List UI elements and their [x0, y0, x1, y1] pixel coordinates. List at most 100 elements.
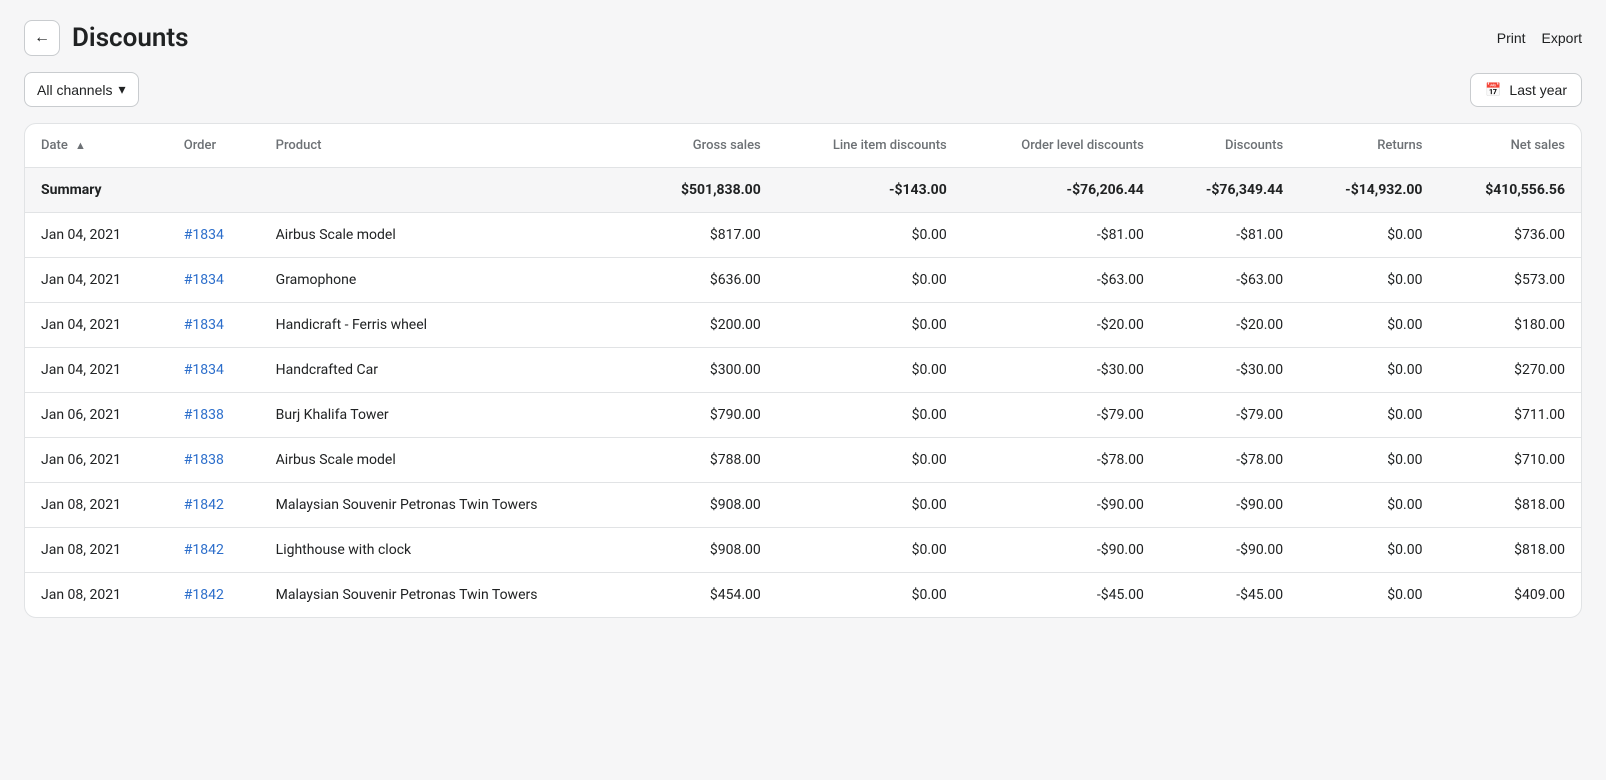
cell-product: Lighthouse with clock [260, 528, 635, 573]
cell-order-level-discounts: -$30.00 [963, 348, 1160, 393]
cell-product: Gramophone [260, 258, 635, 303]
cell-product: Handcrafted Car [260, 348, 635, 393]
order-link[interactable]: #1834 [184, 317, 224, 333]
cell-order[interactable]: #1838 [168, 393, 260, 438]
channel-label: All channels [37, 82, 113, 98]
cell-order[interactable]: #1834 [168, 348, 260, 393]
top-bar-right: Print Export [1497, 30, 1582, 46]
col-header-line-item-discounts: Line item discounts [777, 124, 963, 168]
cell-gross-sales: $300.00 [634, 348, 777, 393]
col-header-date[interactable]: Date ▲ [25, 124, 168, 168]
filters-bar: All channels ▾ 📅 Last year [24, 72, 1582, 107]
cell-net-sales: $573.00 [1438, 258, 1581, 303]
col-header-order: Order [168, 124, 260, 168]
channel-filter-button[interactable]: All channels ▾ [24, 72, 139, 107]
table-row: Jan 06, 2021 #1838 Burj Khalifa Tower $7… [25, 393, 1581, 438]
page: ← Discounts Print Export All channels ▾ … [0, 0, 1606, 780]
cell-date: Jan 08, 2021 [25, 483, 168, 528]
date-range-label: Last year [1509, 82, 1567, 98]
cell-net-sales: $711.00 [1438, 393, 1581, 438]
order-link[interactable]: #1838 [184, 452, 224, 468]
order-link[interactable]: #1834 [184, 272, 224, 288]
cell-order[interactable]: #1834 [168, 258, 260, 303]
export-button[interactable]: Export [1542, 30, 1582, 46]
col-header-returns: Returns [1299, 124, 1438, 168]
cell-line-item-discounts: $0.00 [777, 258, 963, 303]
cell-order-level-discounts: -$90.00 [963, 483, 1160, 528]
cell-line-item-discounts: $0.00 [777, 348, 963, 393]
table-row: Jan 04, 2021 #1834 Gramophone $636.00 $0… [25, 258, 1581, 303]
cell-gross-sales: $790.00 [634, 393, 777, 438]
cell-returns: $0.00 [1299, 348, 1438, 393]
cell-order[interactable]: #1834 [168, 303, 260, 348]
cell-line-item-discounts: $0.00 [777, 303, 963, 348]
order-link[interactable]: #1842 [184, 497, 224, 513]
cell-order[interactable]: #1842 [168, 528, 260, 573]
order-link[interactable]: #1842 [184, 587, 224, 603]
cell-order[interactable]: #1842 [168, 483, 260, 528]
summary-net-sales: $410,556.56 [1438, 168, 1581, 213]
cell-product: Airbus Scale model [260, 213, 635, 258]
table-header-row: Date ▲ Order Product Gross sales Line it… [25, 124, 1581, 168]
cell-discounts: -$63.00 [1160, 258, 1299, 303]
cell-gross-sales: $817.00 [634, 213, 777, 258]
cell-date: Jan 04, 2021 [25, 258, 168, 303]
cell-returns: $0.00 [1299, 213, 1438, 258]
cell-order-level-discounts: -$78.00 [963, 438, 1160, 483]
cell-product: Malaysian Souvenir Petronas Twin Towers [260, 573, 635, 618]
col-header-discounts: Discounts [1160, 124, 1299, 168]
cell-discounts: -$45.00 [1160, 573, 1299, 618]
table-row: Jan 08, 2021 #1842 Malaysian Souvenir Pe… [25, 483, 1581, 528]
cell-gross-sales: $908.00 [634, 483, 777, 528]
summary-order-level-discounts: -$76,206.44 [963, 168, 1160, 213]
cell-product: Handicraft - Ferris wheel [260, 303, 635, 348]
cell-discounts: -$81.00 [1160, 213, 1299, 258]
cell-order-level-discounts: -$63.00 [963, 258, 1160, 303]
order-link[interactable]: #1834 [184, 362, 224, 378]
cell-line-item-discounts: $0.00 [777, 483, 963, 528]
cell-returns: $0.00 [1299, 393, 1438, 438]
cell-returns: $0.00 [1299, 303, 1438, 348]
cell-order-level-discounts: -$90.00 [963, 528, 1160, 573]
order-link[interactable]: #1842 [184, 542, 224, 558]
col-header-gross-sales: Gross sales [634, 124, 777, 168]
cell-order-level-discounts: -$79.00 [963, 393, 1160, 438]
cell-returns: $0.00 [1299, 528, 1438, 573]
cell-order[interactable]: #1842 [168, 573, 260, 618]
date-range-button[interactable]: 📅 Last year [1470, 73, 1582, 107]
cell-product: Airbus Scale model [260, 438, 635, 483]
cell-discounts: -$90.00 [1160, 528, 1299, 573]
cell-net-sales: $180.00 [1438, 303, 1581, 348]
back-button[interactable]: ← [24, 20, 60, 56]
cell-gross-sales: $908.00 [634, 528, 777, 573]
cell-line-item-discounts: $0.00 [777, 573, 963, 618]
order-link[interactable]: #1838 [184, 407, 224, 423]
cell-returns: $0.00 [1299, 438, 1438, 483]
cell-line-item-discounts: $0.00 [777, 393, 963, 438]
cell-date: Jan 04, 2021 [25, 213, 168, 258]
print-button[interactable]: Print [1497, 30, 1526, 46]
cell-net-sales: $818.00 [1438, 483, 1581, 528]
cell-order-level-discounts: -$81.00 [963, 213, 1160, 258]
col-header-order-level-discounts: Order level discounts [963, 124, 1160, 168]
cell-net-sales: $818.00 [1438, 528, 1581, 573]
cell-gross-sales: $788.00 [634, 438, 777, 483]
summary-returns: -$14,932.00 [1299, 168, 1438, 213]
cell-returns: $0.00 [1299, 483, 1438, 528]
order-link[interactable]: #1834 [184, 227, 224, 243]
summary-label: Summary [25, 168, 634, 213]
table-row: Jan 08, 2021 #1842 Lighthouse with clock… [25, 528, 1581, 573]
cell-product: Burj Khalifa Tower [260, 393, 635, 438]
cell-order[interactable]: #1834 [168, 213, 260, 258]
cell-date: Jan 06, 2021 [25, 438, 168, 483]
discounts-table: Date ▲ Order Product Gross sales Line it… [25, 124, 1581, 617]
cell-returns: $0.00 [1299, 258, 1438, 303]
cell-order[interactable]: #1838 [168, 438, 260, 483]
cell-date: Jan 06, 2021 [25, 393, 168, 438]
table-row: Jan 08, 2021 #1842 Malaysian Souvenir Pe… [25, 573, 1581, 618]
cell-gross-sales: $454.00 [634, 573, 777, 618]
cell-net-sales: $270.00 [1438, 348, 1581, 393]
cell-net-sales: $736.00 [1438, 213, 1581, 258]
table-row: Jan 04, 2021 #1834 Handicraft - Ferris w… [25, 303, 1581, 348]
summary-discounts: -$76,349.44 [1160, 168, 1299, 213]
